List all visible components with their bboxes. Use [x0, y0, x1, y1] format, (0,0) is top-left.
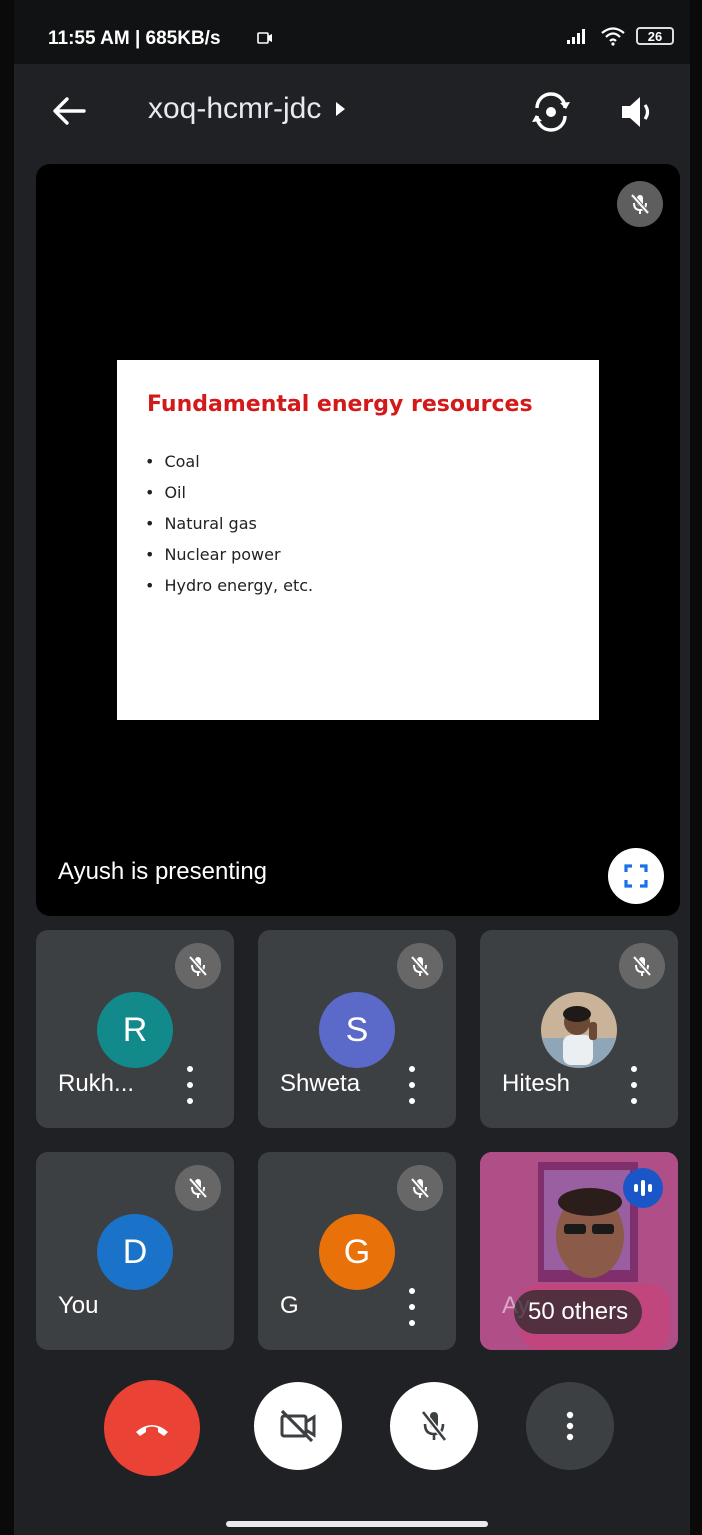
- presentation-view[interactable]: Fundamental energy resources Coal Oil Na…: [36, 164, 680, 916]
- participant-name: Shweta: [280, 1070, 361, 1097]
- mic-off-icon: [630, 193, 650, 215]
- profile-photo-icon: [541, 992, 617, 1068]
- participant-tile-self[interactable]: D You: [36, 1152, 234, 1350]
- participant-name: You: [58, 1292, 99, 1319]
- avatar: R: [97, 992, 173, 1068]
- camera-toggle-button[interactable]: [254, 1382, 342, 1470]
- battery-icon: 26: [636, 27, 674, 45]
- mic-toggle-button[interactable]: [390, 1382, 478, 1470]
- participant-name: G: [280, 1292, 299, 1319]
- slide-bullet: Coal: [145, 446, 313, 477]
- slide-bullet: Nuclear power: [145, 539, 313, 570]
- meet-screen: 11:55 AM | 685KB/s 26 xoq-hcmr-jdc Funda…: [14, 0, 690, 1535]
- caret-right-icon: [336, 102, 346, 116]
- presenting-label: Ayush is presenting: [58, 858, 268, 885]
- avatar-photo: [541, 992, 617, 1068]
- mic-off-icon: [410, 955, 430, 977]
- meeting-header: xoq-hcmr-jdc: [14, 64, 690, 160]
- back-arrow-icon[interactable]: [48, 90, 90, 132]
- participant-tile[interactable]: G G: [258, 1152, 456, 1350]
- participant-tile[interactable]: R Rukh...: [36, 930, 234, 1128]
- participant-menu-button[interactable]: [180, 1066, 200, 1104]
- status-bar: 11:55 AM | 685KB/s 26: [14, 0, 690, 64]
- battery-level: 26: [647, 28, 663, 44]
- avatar: G: [319, 1214, 395, 1290]
- others-tile[interactable]: Ay 50 others: [480, 1152, 678, 1350]
- participant-menu-button[interactable]: [402, 1288, 422, 1326]
- mic-off-icon: [410, 1177, 430, 1199]
- participant-name: Rukh...: [58, 1070, 135, 1097]
- slide-title: Fundamental energy resources: [147, 392, 533, 417]
- muted-badge: [397, 943, 443, 989]
- more-vert-icon: [566, 1411, 574, 1441]
- wifi-icon: [601, 27, 625, 46]
- slide-bullet: Oil: [145, 477, 313, 508]
- video-recording-icon: [257, 32, 272, 44]
- others-count-label: 50 others: [514, 1290, 643, 1334]
- signal-icon: [567, 29, 585, 44]
- mic-off-icon: [632, 955, 652, 977]
- slide-bullet: Hydro energy, etc.: [145, 570, 313, 601]
- more-options-button[interactable]: [526, 1382, 614, 1470]
- home-indicator[interactable]: [226, 1521, 488, 1527]
- muted-badge: [175, 943, 221, 989]
- meeting-code: xoq-hcmr-jdc: [148, 92, 322, 125]
- status-time: 11:55 AM | 685KB/s: [48, 28, 221, 49]
- muted-badge: [175, 1165, 221, 1211]
- muted-badge: [397, 1165, 443, 1211]
- fullscreen-button[interactable]: [608, 848, 664, 904]
- meeting-title-button[interactable]: xoq-hcmr-jdc: [148, 92, 347, 126]
- muted-badge: [617, 181, 663, 227]
- speaker-icon[interactable]: [614, 88, 662, 136]
- audio-level-icon: [634, 1180, 652, 1196]
- muted-badge: [619, 943, 665, 989]
- camera-off-icon: [280, 1409, 316, 1443]
- avatar: D: [97, 1214, 173, 1290]
- slide-bullet-list: Coal Oil Natural gas Nuclear power Hydro…: [145, 446, 313, 601]
- participant-name: Hitesh: [502, 1070, 571, 1097]
- fullscreen-icon: [624, 864, 648, 888]
- participant-tile[interactable]: S Shweta: [258, 930, 456, 1128]
- participant-tile[interactable]: Hitesh: [480, 930, 678, 1128]
- participant-menu-button[interactable]: [402, 1066, 422, 1104]
- mic-off-icon: [421, 1410, 447, 1442]
- participant-menu-button[interactable]: [624, 1066, 644, 1104]
- speaking-badge: [623, 1168, 663, 1208]
- hang-up-icon: [136, 1425, 168, 1436]
- end-call-button[interactable]: [104, 1380, 200, 1476]
- shared-slide: Fundamental energy resources Coal Oil Na…: [117, 360, 599, 720]
- avatar: S: [319, 992, 395, 1068]
- mic-off-icon: [188, 1177, 208, 1199]
- mic-off-icon: [188, 955, 208, 977]
- status-right: 26: [566, 26, 674, 46]
- slide-bullet: Natural gas: [145, 508, 313, 539]
- switch-camera-icon[interactable]: [527, 88, 575, 136]
